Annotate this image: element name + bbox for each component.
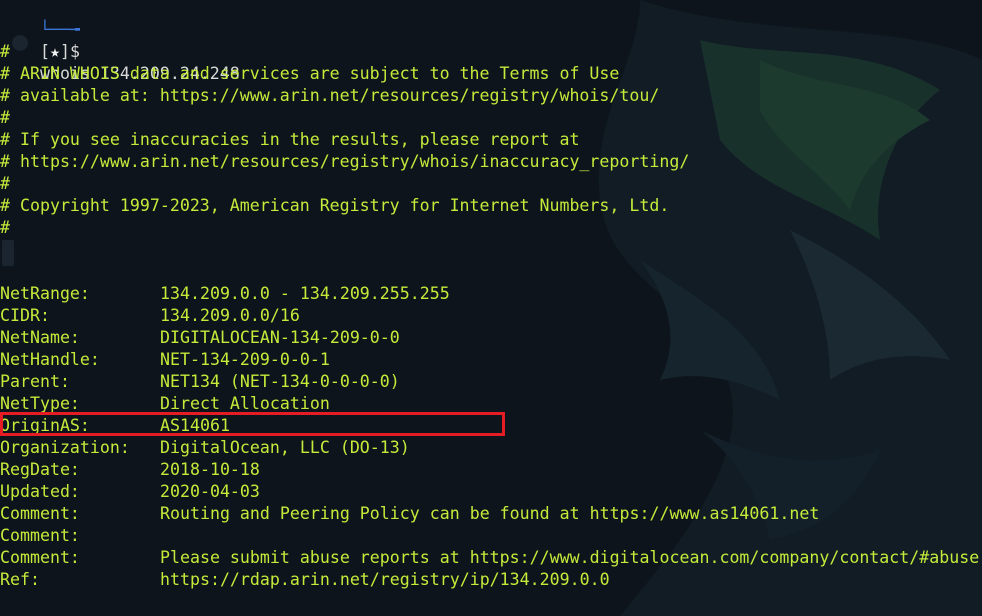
record-row-comment: Comment:: [0, 525, 160, 547]
record-row-ref: Ref: https://rdap.arin.net/registry/ip/13…: [0, 569, 610, 591]
record-key: Updated:: [0, 482, 80, 501]
record-value: 134.209.0.0 - 134.209.255.255: [160, 284, 450, 303]
record-key: Organization:: [0, 438, 130, 457]
record-value: 2018-10-18: [160, 460, 260, 479]
record-row-organization: Organization: DigitalOcean, LLC (DO-13): [0, 437, 410, 459]
record-row-comment: Comment: Please submit abuse reports at h…: [0, 547, 979, 569]
originas-highlight-box: [0, 412, 505, 436]
record-value: Routing and Peering Policy can be found …: [160, 504, 820, 523]
record-value: 134.209.0.0/16: [160, 306, 300, 325]
prompt-close-bracket: ]$: [59, 42, 80, 61]
record-value: Direct Allocation: [160, 394, 330, 413]
record-key: NetRange:: [0, 284, 90, 303]
comment-line: #: [0, 108, 10, 127]
record-key: Comment:: [0, 504, 80, 523]
record-value: https://rdap.arin.net/registry/ip/134.20…: [160, 570, 610, 589]
record-row-netname: NetName: DIGITALOCEAN-134-209-0-0: [0, 327, 400, 349]
record-row-regdate: RegDate: 2018-10-18: [0, 459, 260, 481]
record-key: RegDate:: [0, 460, 80, 479]
terminal-output: └──╼ [★]$ whois 134.209.24.248 # # ARIN …: [0, 0, 982, 616]
comment-line: # If you see inaccuracies in the results…: [0, 130, 580, 149]
comment-line: # ARIN WHOIS data and services are subje…: [0, 64, 620, 83]
record-row-updated: Updated: 2020-04-03: [0, 481, 260, 503]
record-key: Comment:: [0, 526, 80, 545]
record-value: Please submit abuse reports at https://w…: [160, 548, 980, 567]
record-key: Ref:: [0, 570, 40, 589]
record-key: NetHandle:: [0, 350, 100, 369]
comment-line: #: [0, 218, 10, 237]
record-key: NetName:: [0, 328, 80, 347]
record-key: Parent:: [0, 372, 70, 391]
record-row-netrange: NetRange: 134.209.0.0 - 134.209.255.255: [0, 283, 450, 305]
prompt-line: └──╼ [★]$ whois 134.209.24.248: [0, 0, 240, 83]
prompt-connector: └──╼: [39, 20, 80, 39]
record-key: CIDR:: [0, 306, 50, 325]
comment-line: # available at: https://www.arin.net/res…: [0, 86, 660, 105]
prompt-open-bracket: [: [39, 42, 50, 61]
comment-line: #: [0, 174, 10, 193]
record-row-cidr: CIDR: 134.209.0.0/16: [0, 305, 300, 327]
prompt-star-icon: ★: [49, 42, 60, 61]
record-value: 2020-04-03: [160, 482, 260, 501]
comment-line: # https://www.arin.net/resources/registr…: [0, 152, 690, 171]
record-value: DigitalOcean, LLC (DO-13): [160, 438, 410, 457]
record-row-comment: Comment: Routing and Peering Policy can b…: [0, 503, 819, 525]
record-value: NET-134-209-0-0-1: [160, 350, 330, 369]
comment-line: # Copyright 1997-2023, American Registry…: [0, 196, 670, 215]
record-key: Comment:: [0, 548, 80, 567]
comment-line: #: [0, 42, 10, 61]
record-value: DIGITALOCEAN-134-209-0-0: [160, 328, 400, 347]
record-value: NET134 (NET-134-0-0-0-0): [160, 372, 400, 391]
record-row-parent: Parent: NET134 (NET-134-0-0-0-0): [0, 371, 400, 393]
record-row-nethandle: NetHandle: NET-134-209-0-0-1: [0, 349, 330, 371]
